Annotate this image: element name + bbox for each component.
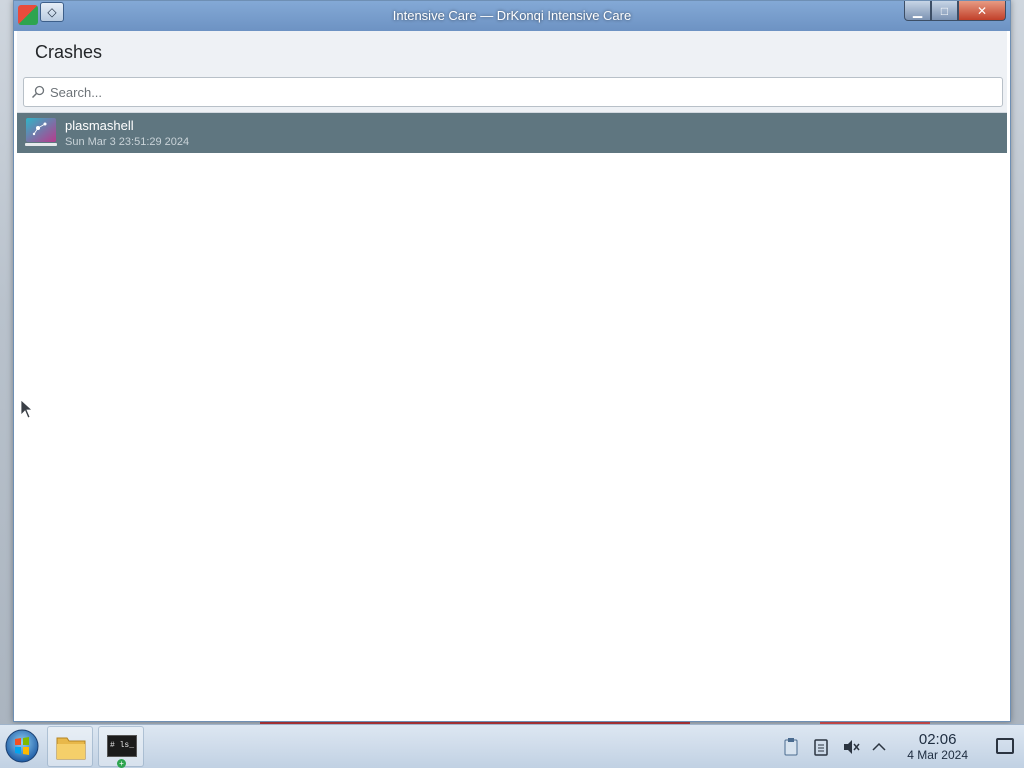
crash-list-item[interactable]: plasmashell Sun Mar 3 23:51:29 2024 <box>17 113 1007 153</box>
clock-date: 4 Mar 2024 <box>907 748 968 762</box>
mouse-pointer-icon <box>20 399 34 419</box>
new-instance-icon: + <box>117 759 126 768</box>
close-button[interactable]: ✕ <box>958 1 1006 21</box>
start-orb-icon[interactable] <box>4 728 40 764</box>
chevron-up-icon[interactable] <box>869 737 889 757</box>
clock-time: 02:06 <box>918 731 957 748</box>
clipboard-manager-icon[interactable] <box>781 737 801 757</box>
intensive-care-window: ◇ Intensive Care — DrKonqi Intensive Car… <box>13 0 1011 722</box>
minimize-icon: ▁ <box>912 3 923 18</box>
taskbar: # ls_ + 02:06 4 Mar 2024 <box>0 724 1024 768</box>
crash-timestamp: Sun Mar 3 23:51:29 2024 <box>65 136 190 148</box>
page-title: Crashes <box>35 42 103 62</box>
show-desktop-icon[interactable] <box>996 738 1014 754</box>
minimize-button[interactable]: ▁ <box>904 1 931 21</box>
taskbar-terminal[interactable]: # ls_ + <box>98 726 144 768</box>
window-titlebar[interactable]: ◇ Intensive Care — DrKonqi Intensive Car… <box>14 1 1010 31</box>
terminal-icon-label: # ls_ <box>110 741 135 750</box>
clipboard-icon[interactable] <box>811 737 831 757</box>
window-title: Intensive Care — DrKonqi Intensive Care <box>392 8 632 23</box>
search-icon <box>31 85 45 99</box>
maximize-button[interactable]: □ <box>931 1 958 21</box>
maximize-icon: □ <box>940 3 949 18</box>
plasmashell-icon <box>25 118 57 146</box>
taskbar-file-manager[interactable] <box>47 726 93 767</box>
crash-app-name: plasmashell <box>65 118 134 133</box>
folder-icon <box>56 737 86 760</box>
volume-muted-icon[interactable] <box>841 737 861 757</box>
close-icon: ✕ <box>976 3 988 18</box>
search-input[interactable] <box>50 78 990 106</box>
search-field[interactable] <box>23 77 1003 107</box>
window-content: Crashes Search... plasmashell Sun Mar 3 … <box>17 31 1007 719</box>
terminal-icon: # ls_ <box>107 735 137 757</box>
system-clock[interactable]: 02:06 4 Mar 2024 <box>907 731 968 762</box>
header-area: Crashes <box>17 31 1007 113</box>
